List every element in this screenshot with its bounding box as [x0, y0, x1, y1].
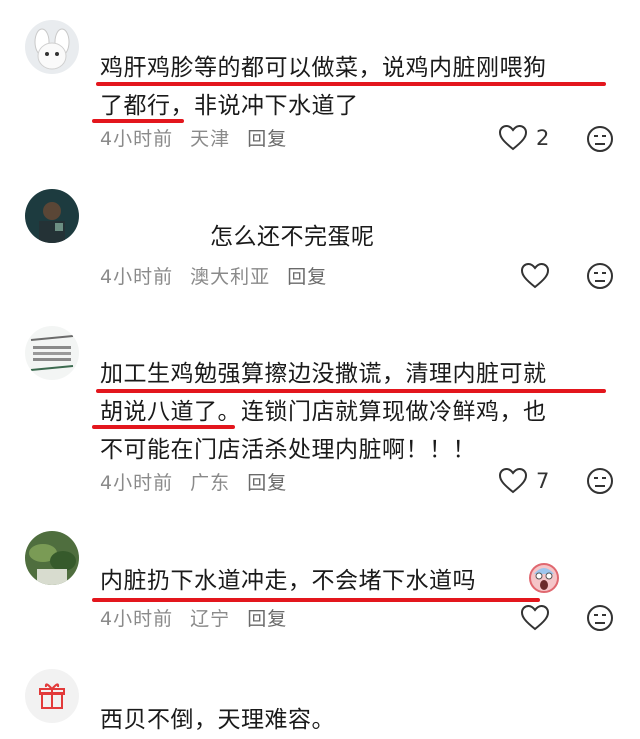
highlight-underline	[92, 119, 184, 123]
avatar-chart[interactable]	[25, 326, 79, 380]
location: 天津	[190, 128, 231, 150]
comment-meta: 4小时前 澳大利亚 回复	[100, 262, 337, 289]
avatar-plant[interactable]	[25, 531, 79, 585]
highlight-underline	[96, 389, 606, 393]
reply-button[interactable]: 回复	[247, 608, 287, 630]
comment-meta: 4小时前 广东 回复	[100, 468, 297, 495]
comment-line: 怎么还不完蛋呢	[210, 224, 375, 250]
like-count: 2	[536, 126, 550, 150]
reply-button[interactable]: 回复	[247, 128, 287, 150]
like-button[interactable]	[520, 262, 550, 290]
highlight-underline	[92, 598, 540, 602]
comment-text: 西贝不倒，天理难容。	[100, 701, 620, 739]
dislike-face-icon[interactable]	[586, 604, 614, 632]
location: 辽宁	[190, 608, 231, 630]
avatar-person[interactable]	[25, 189, 79, 243]
location: 澳大利亚	[190, 266, 271, 288]
dislike-face-icon[interactable]	[586, 125, 614, 153]
comment-meta: 4小时前 天津 回复	[100, 124, 297, 151]
heart-icon	[498, 467, 528, 494]
comment-text: 内脏扔下水道冲走，不会堵下水道吗	[100, 562, 530, 600]
location: 广东	[190, 472, 231, 494]
highlight-underline	[92, 425, 235, 429]
comment-line: 加工生鸡勉强算擦边没撒谎，清理内脏可就	[100, 361, 547, 387]
comment-meta: 4小时前 辽宁 回复	[100, 604, 297, 631]
avatar-rabbit[interactable]	[25, 20, 79, 74]
heart-icon	[498, 124, 528, 151]
timestamp: 4小时前	[100, 128, 174, 150]
highlight-underline	[96, 82, 606, 86]
comment-text: 加工生鸡勉强算擦边没撒谎，清理内脏可就 胡说八道了。连锁门店就算现做冷鲜鸡，也 …	[100, 355, 620, 469]
timestamp: 4小时前	[100, 472, 174, 494]
like-button[interactable]: 2	[498, 124, 549, 152]
like-count: 7	[536, 469, 550, 493]
screaming-face-emoji	[529, 563, 559, 593]
comment-text: 鸡肝鸡胗等的都可以做菜，说鸡内脏刚喂狗 了都行，非说冲下水道了	[100, 49, 620, 125]
avatar-gift[interactable]	[25, 669, 79, 723]
reply-button[interactable]: 回复	[287, 266, 327, 288]
timestamp: 4小时前	[100, 608, 174, 630]
heart-icon	[520, 604, 550, 631]
gift-icon	[39, 683, 65, 709]
like-button[interactable]	[520, 604, 550, 632]
reply-button[interactable]: 回复	[247, 472, 287, 494]
dislike-face-icon[interactable]	[586, 467, 614, 495]
like-button[interactable]: 7	[498, 467, 549, 495]
timestamp: 4小时前	[100, 266, 174, 288]
heart-icon	[520, 262, 550, 289]
comment-line: 西贝不倒，天理难容。	[100, 707, 335, 733]
comment-line: 不可能在门店活杀处理内脏啊！！！	[100, 437, 476, 463]
dislike-face-icon[interactable]	[586, 262, 614, 290]
comment-text: 怎么还不完蛋呢	[210, 218, 640, 256]
comment-line: 内脏扔下水道冲走，不会堵下水道吗	[100, 568, 476, 594]
